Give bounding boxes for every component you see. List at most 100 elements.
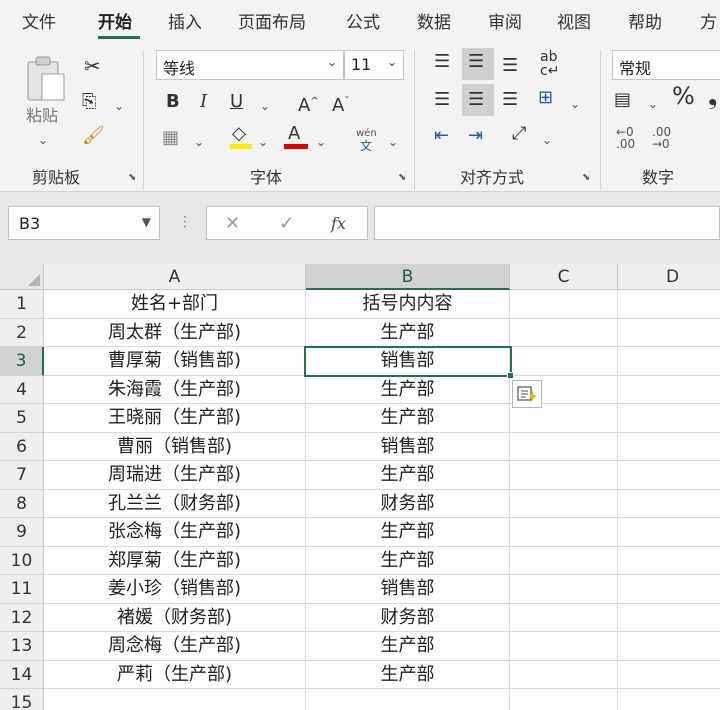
align-left-icon[interactable]: ☰ bbox=[434, 90, 450, 110]
cell-a-12[interactable]: 褚媛（财务部) bbox=[44, 603, 306, 632]
cell-d-2[interactable] bbox=[618, 319, 720, 347]
row-header[interactable]: 8 bbox=[0, 489, 44, 518]
row-header[interactable]: 7 bbox=[0, 461, 44, 490]
cell-d-12[interactable] bbox=[618, 604, 720, 632]
row-header[interactable]: 1 bbox=[0, 290, 44, 319]
cell-d-8[interactable] bbox=[618, 490, 720, 518]
cell-b-1[interactable]: 括号内内容 bbox=[306, 290, 510, 319]
select-all-button[interactable] bbox=[0, 264, 44, 290]
enter-icon[interactable]: ✓ bbox=[279, 214, 294, 234]
cell-b-9[interactable]: 生产部 bbox=[306, 518, 510, 547]
align-middle-icon[interactable]: ☰ bbox=[468, 52, 484, 72]
font-launcher-icon[interactable]: ⬊ bbox=[398, 172, 406, 183]
cell-d-10[interactable] bbox=[618, 547, 720, 575]
cell-c-14[interactable] bbox=[510, 660, 618, 689]
tab-review[interactable]: 审阅 bbox=[488, 8, 522, 33]
italic-icon[interactable]: I bbox=[200, 92, 207, 112]
column-header-d[interactable]: D bbox=[618, 264, 720, 290]
accounting-dropdown-icon[interactable]: ⌄ bbox=[648, 94, 658, 114]
tab-insert[interactable]: 插入 bbox=[168, 8, 202, 33]
align-right-icon[interactable]: ☰ bbox=[502, 90, 518, 110]
decrease-font-icon[interactable]: Aˇ bbox=[332, 92, 349, 116]
percent-style-icon[interactable]: % bbox=[672, 84, 695, 108]
alignment-launcher-icon[interactable]: ⬊ bbox=[582, 172, 590, 183]
increase-indent-icon[interactable]: ⇥ bbox=[468, 126, 483, 146]
cell-a-6[interactable]: 曹丽（销售部) bbox=[44, 432, 306, 461]
tab-home[interactable]: 开始 bbox=[98, 8, 132, 33]
copy-icon[interactable]: ⎘ bbox=[82, 92, 96, 112]
cell-d-5[interactable] bbox=[618, 404, 720, 433]
cell-d-1[interactable] bbox=[618, 290, 720, 319]
cell-b-13[interactable]: 生产部 bbox=[306, 632, 510, 661]
cell-b-2[interactable]: 生产部 bbox=[306, 318, 510, 347]
cell-b-10[interactable]: 生产部 bbox=[306, 546, 510, 575]
row-header[interactable]: 12 bbox=[0, 603, 44, 632]
cell-c-11[interactable] bbox=[510, 575, 618, 604]
cell-b-8[interactable]: 财务部 bbox=[306, 489, 510, 518]
formula-input[interactable] bbox=[374, 206, 720, 240]
cell-b-11[interactable]: 销售部 bbox=[306, 575, 510, 604]
cell-a-7[interactable]: 周瑞进（生产部) bbox=[44, 461, 306, 490]
row-header[interactable]: 5 bbox=[0, 404, 44, 433]
cell-a-14[interactable]: 严莉（生产部) bbox=[44, 660, 306, 689]
row-header[interactable]: 6 bbox=[0, 432, 44, 461]
tab-file[interactable]: 文件 bbox=[22, 8, 56, 33]
paste-dropdown-icon[interactable]: ⌄ bbox=[38, 130, 48, 150]
font-color-icon[interactable]: A bbox=[288, 124, 300, 144]
row-header[interactable]: 2 bbox=[0, 318, 44, 347]
cell-a-11[interactable]: 姜小珍（销售部) bbox=[44, 575, 306, 604]
insert-function-icon[interactable]: fx bbox=[331, 214, 346, 234]
font-size-combo[interactable]: 11 ⌄ bbox=[344, 50, 404, 80]
merge-dropdown-icon[interactable]: ⌄ bbox=[570, 94, 580, 114]
cell-b-6[interactable]: 销售部 bbox=[306, 432, 510, 461]
cell-d-6[interactable] bbox=[618, 433, 720, 461]
cell-c-13[interactable] bbox=[510, 632, 618, 661]
increase-font-icon[interactable]: A^ bbox=[298, 92, 319, 116]
cell-c-7[interactable] bbox=[510, 461, 618, 490]
copy-dropdown-icon[interactable]: ⌄ bbox=[114, 96, 124, 116]
borders-dropdown-icon[interactable]: ⌄ bbox=[194, 132, 204, 152]
column-header-a[interactable]: A bbox=[44, 264, 306, 290]
fill-color-icon[interactable]: ◇ bbox=[232, 124, 246, 144]
cancel-icon[interactable]: ✕ bbox=[225, 214, 240, 234]
cell-d-3[interactable] bbox=[618, 347, 720, 376]
cell-b-12[interactable]: 财务部 bbox=[306, 603, 510, 632]
orientation-icon[interactable]: ⤢ bbox=[512, 124, 526, 144]
cell-d-14[interactable] bbox=[618, 661, 720, 689]
format-painter-icon[interactable]: 🖌 bbox=[82, 126, 105, 146]
cell-a-10[interactable]: 郑厚菊（生产部) bbox=[44, 546, 306, 575]
cell-a-15[interactable] bbox=[44, 689, 306, 710]
cell-d-11[interactable] bbox=[618, 575, 720, 604]
tab-help[interactable]: 帮助 bbox=[628, 8, 662, 33]
font-name-combo[interactable]: 等线 ⌄ bbox=[156, 50, 344, 80]
cell-a-2[interactable]: 周太群（生产部) bbox=[44, 318, 306, 347]
vertical-dots-icon[interactable]: ⋮ bbox=[178, 214, 192, 230]
comma-style-icon[interactable]: ❟ bbox=[708, 84, 717, 108]
wrap-text-icon[interactable]: ab c↵ bbox=[540, 50, 559, 78]
cell-c-3[interactable] bbox=[510, 347, 618, 376]
row-header[interactable]: 10 bbox=[0, 546, 44, 575]
accounting-format-icon[interactable]: ▤ bbox=[614, 90, 631, 110]
bold-icon[interactable]: B bbox=[166, 92, 180, 112]
cell-d-4[interactable] bbox=[618, 376, 720, 404]
cell-b-15[interactable] bbox=[306, 689, 510, 710]
cell-c-1[interactable] bbox=[510, 290, 618, 319]
cell-b-5[interactable]: 生产部 bbox=[306, 404, 510, 433]
decrease-indent-icon[interactable]: ⇤ bbox=[434, 126, 449, 146]
cell-c-8[interactable] bbox=[510, 489, 618, 518]
cell-d-15[interactable] bbox=[618, 689, 720, 710]
number-format-combo[interactable]: 常规 bbox=[612, 50, 720, 80]
column-header-c[interactable]: C bbox=[510, 264, 618, 290]
decrease-decimal-icon[interactable]: .00 →0 bbox=[652, 126, 671, 150]
cut-icon[interactable]: ✂ bbox=[84, 56, 101, 76]
align-center-icon[interactable]: ☰ bbox=[468, 90, 484, 110]
cell-c-10[interactable] bbox=[510, 546, 618, 575]
row-header[interactable]: 15 bbox=[0, 689, 44, 710]
clipboard-launcher-icon[interactable]: ⬊ bbox=[128, 172, 136, 183]
row-header[interactable]: 9 bbox=[0, 518, 44, 547]
underline-dropdown-icon[interactable]: ⌄ bbox=[260, 96, 270, 116]
cell-a-4[interactable]: 朱海霞（生产部) bbox=[44, 375, 306, 404]
merge-center-icon[interactable]: ⊞ bbox=[538, 88, 553, 108]
row-header[interactable]: 14 bbox=[0, 660, 44, 689]
flash-fill-options-button[interactable] bbox=[512, 380, 542, 408]
